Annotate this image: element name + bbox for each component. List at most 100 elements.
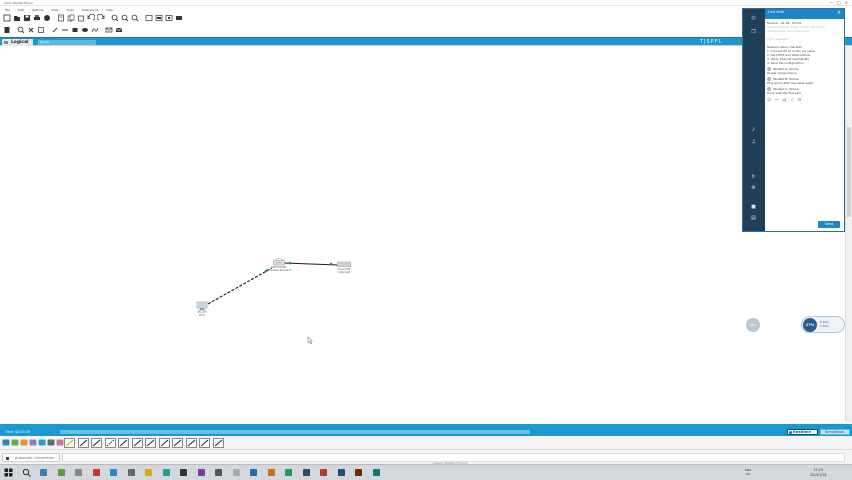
zoom-reset-icon[interactable]: [120, 14, 129, 23]
system-clock[interactable]: 21:24 2019/1/18: [810, 468, 826, 477]
palette-icon[interactable]: [144, 14, 153, 23]
print-icon[interactable]: [32, 14, 41, 23]
pdu-icon[interactable]: [174, 14, 183, 23]
app-icon[interactable]: [284, 468, 293, 477]
rail-home-icon[interactable]: ◎: [748, 15, 759, 23]
app-icon[interactable]: [267, 468, 276, 477]
tab-logical[interactable]: Logical: [2, 39, 33, 46]
task-view-icon[interactable]: [39, 468, 48, 477]
connection-straight-through-icon[interactable]: [91, 438, 102, 448]
browser-icon[interactable]: [57, 468, 66, 477]
scissors-icon[interactable]: ✂: [775, 98, 778, 102]
app-icon[interactable]: [319, 468, 328, 477]
device-pc0[interactable]: PC-PT PC0: [196, 301, 208, 318]
rail-mic-icon[interactable]: ♪: [748, 127, 759, 135]
device-category-icon[interactable]: [29, 438, 37, 447]
chat-app-icon[interactable]: [162, 468, 171, 477]
close-button[interactable]: ×: [845, 0, 848, 5]
chat-close-icon[interactable]: ×: [837, 10, 841, 16]
connection-automatic-icon[interactable]: [64, 438, 75, 448]
settings-icon[interactable]: ⚙: [798, 98, 802, 102]
rail-window-icon[interactable]: ❒: [748, 29, 759, 37]
root-breadcrumb[interactable]: [Root]: [38, 40, 96, 45]
app-icon[interactable]: [354, 468, 363, 477]
app-icon[interactable]: [249, 468, 258, 477]
menu-tools[interactable]: Tools: [67, 8, 74, 12]
send-button[interactable]: Send: [818, 221, 840, 228]
search-icon[interactable]: [22, 468, 31, 477]
connection-usb-icon[interactable]: [212, 438, 224, 448]
menu-view[interactable]: View: [51, 8, 58, 12]
connection-cross-over-icon[interactable]: [104, 438, 116, 448]
device-category-icon[interactable]: [2, 438, 10, 447]
maximize-button[interactable]: □: [837, 0, 841, 5]
app-icon[interactable]: [232, 468, 241, 477]
delete-icon[interactable]: [26, 26, 35, 35]
save-icon[interactable]: [22, 14, 31, 23]
app-icon[interactable]: [197, 468, 206, 477]
menu-edit[interactable]: Edit: [18, 8, 24, 12]
store-icon[interactable]: [127, 468, 136, 477]
undo-icon[interactable]: [86, 14, 95, 23]
resize-icon[interactable]: [36, 26, 45, 35]
mode-scrollbar[interactable]: [60, 430, 530, 434]
ellipse-icon[interactable]: [80, 26, 89, 35]
wizard-icon[interactable]: [42, 14, 51, 23]
redo-icon[interactable]: [96, 14, 105, 23]
cluster-icon[interactable]: [164, 14, 173, 23]
app-icon[interactable]: [214, 468, 223, 477]
rail-refresh-icon[interactable]: ↻: [748, 174, 759, 182]
minimize-button[interactable]: —: [829, 0, 833, 5]
connection-iot-icon[interactable]: [199, 438, 210, 448]
open-icon[interactable]: [12, 14, 21, 23]
connection-console-icon[interactable]: [77, 438, 89, 448]
rail-settings-icon[interactable]: ⚙: [748, 185, 759, 193]
device-category-icon[interactable]: [11, 438, 19, 447]
custom-device-icon[interactable]: [154, 14, 163, 23]
input-language[interactable]: ENG US: [745, 468, 751, 476]
rail-music-icon[interactable]: ♫: [748, 139, 759, 147]
file-explorer-icon[interactable]: [74, 468, 83, 477]
device-category-icon[interactable]: [38, 438, 46, 447]
image-icon[interactable]: ▤: [783, 98, 787, 102]
emoji-icon[interactable]: ☺: [767, 98, 771, 102]
select-icon[interactable]: [2, 26, 11, 35]
add-complex-pdu-icon[interactable]: [114, 26, 123, 35]
rectangle-icon[interactable]: [70, 26, 79, 35]
app-icon[interactable]: [337, 468, 346, 477]
zoom-in-icon[interactable]: [110, 14, 119, 23]
simulation-mode-button[interactable]: Simulation: [820, 429, 850, 435]
connection-serial-dte-icon[interactable]: [172, 438, 183, 448]
new-icon[interactable]: [2, 14, 11, 23]
logical-workspace-canvas[interactable]: PC-PT PC0 WRT300N Wireless Router0 Cloud…: [0, 47, 845, 422]
connection-phone-icon[interactable]: [131, 438, 143, 448]
menu-file[interactable]: File: [5, 8, 10, 12]
device-category-icon[interactable]: [20, 438, 28, 447]
rail-stop-icon[interactable]: ■: [748, 204, 759, 212]
connection-serial-dce-icon[interactable]: [158, 438, 170, 448]
music-icon[interactable]: ♫: [790, 98, 794, 102]
add-simple-pdu-icon[interactable]: [104, 26, 113, 35]
realtime-mode-button[interactable]: Realtime: [787, 429, 818, 435]
packet-tracer-icon[interactable]: [179, 468, 188, 477]
device-wireless-router0[interactable]: WRT300N Wireless Router0: [266, 257, 291, 273]
copy-icon[interactable]: [66, 14, 75, 23]
paste-icon[interactable]: [76, 14, 85, 23]
device-category-icon[interactable]: [56, 438, 64, 447]
rail-list-icon[interactable]: ▤: [748, 215, 759, 223]
mail-icon[interactable]: [109, 468, 118, 477]
connection-fiber-icon[interactable]: [118, 438, 129, 448]
draw-line-icon[interactable]: [60, 26, 69, 35]
media-icon[interactable]: [92, 468, 101, 477]
menu-extensions[interactable]: Extensions: [82, 8, 98, 12]
floating-bubble[interactable]: NEW: [746, 318, 760, 332]
app-icon[interactable]: [372, 468, 381, 477]
device-category-icon[interactable]: [47, 438, 55, 447]
connection-octal-icon[interactable]: [185, 438, 197, 448]
note-icon[interactable]: [50, 26, 59, 35]
start-icon[interactable]: [4, 468, 13, 477]
freeform-icon[interactable]: [90, 26, 99, 35]
canvas-vertical-scrollbar[interactable]: [845, 47, 852, 422]
network-info-icon[interactable]: [56, 14, 65, 23]
zoom-out-icon[interactable]: [130, 14, 139, 23]
